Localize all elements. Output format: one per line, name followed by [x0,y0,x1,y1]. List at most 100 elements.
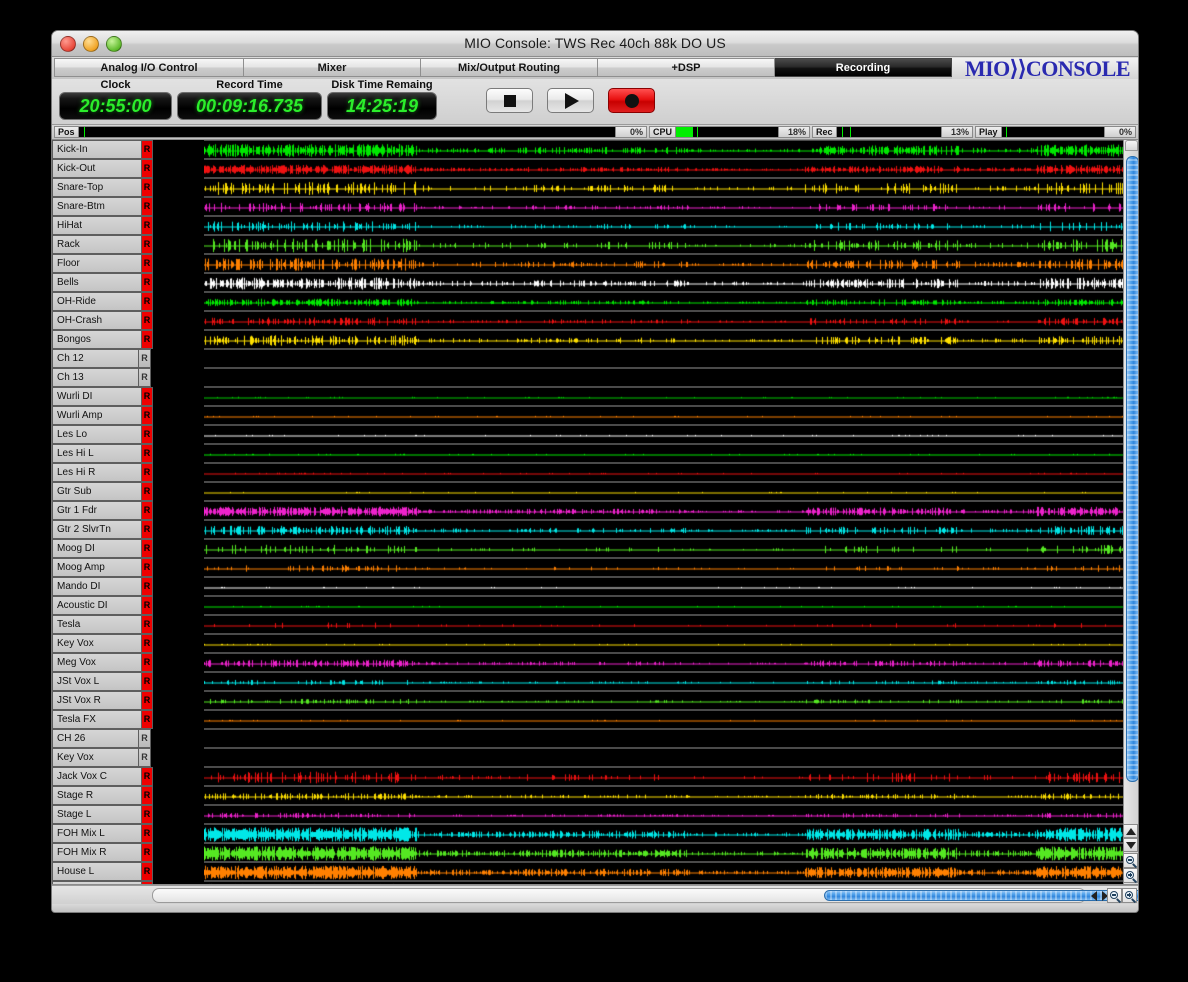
record-arm-button[interactable]: R [141,843,153,862]
track-name-label[interactable]: Jack Vox C [52,767,141,786]
track-name-label[interactable]: Moog DI [52,539,141,558]
track-name-label[interactable]: Les Hi L [52,444,141,463]
waveform-display[interactable] [204,691,1138,710]
waveform-display[interactable] [204,539,1138,558]
record-arm-button[interactable]: R [141,577,153,596]
waveform-display[interactable] [204,254,1138,273]
track-name-label[interactable]: Les Hi R [52,463,141,482]
meter-pos[interactable]: Pos 0% [54,126,648,138]
record-arm-button[interactable]: R [141,596,153,615]
waveform-display[interactable] [204,634,1138,653]
meter-play[interactable]: Play 0% [975,126,1137,138]
record-arm-button[interactable]: R [141,463,153,482]
track-name-label[interactable]: Rack [52,235,141,254]
vertical-scrollbar-thumb[interactable] [1126,156,1138,783]
waveform-display[interactable] [204,482,1138,501]
meter-rec[interactable]: Rec 13% [812,126,974,138]
waveform-display[interactable] [204,292,1138,311]
record-arm-button[interactable]: R [141,634,153,653]
track-name-label[interactable]: Acoustic DI [52,596,141,615]
track-name-label[interactable]: Stage L [52,805,141,824]
track-name-label[interactable]: Key Vox [52,748,138,767]
record-arm-button[interactable]: R [141,292,153,311]
record-arm-button[interactable]: R [141,140,153,159]
track-name-label[interactable]: Gtr 2 SlvrTn [52,520,141,539]
tab-dsp[interactable]: +DSP [598,58,775,77]
waveform-display[interactable] [204,710,1138,729]
tab-mixer[interactable]: Mixer [244,58,421,77]
track-name-label[interactable]: Ch 13 [52,368,138,387]
record-arm-button[interactable]: R [141,178,153,197]
track-name-label[interactable]: Kick-Out [52,159,141,178]
track-name-label[interactable]: JSt Vox L [52,672,141,691]
record-arm-button[interactable]: R [141,330,153,349]
waveform-display[interactable] [204,159,1138,178]
record-arm-button[interactable]: R [141,767,153,786]
track-name-label[interactable]: Gtr Sub [52,482,141,501]
record-arm-button[interactable]: R [141,862,153,881]
record-arm-button[interactable]: R [141,786,153,805]
waveform-display[interactable] [204,843,1138,862]
track-name-label[interactable]: Bongos [52,330,141,349]
waveform-display[interactable] [204,520,1138,539]
vertical-scrollbar[interactable] [1123,140,1138,884]
waveform-display[interactable] [204,406,1138,425]
title-bar[interactable]: MIO Console: TWS Rec 40ch 88k DO US [52,31,1138,57]
waveform-display[interactable] [204,463,1138,482]
tab-recording[interactable]: Recording [775,58,952,77]
waveform-display[interactable] [204,729,1138,748]
record-arm-button[interactable]: R [141,159,153,178]
track-name-label[interactable]: House L [52,862,141,881]
track-name-label[interactable]: JSt Vox R [52,691,141,710]
record-arm-button[interactable]: R [141,501,153,520]
record-arm-button[interactable]: R [141,235,153,254]
waveform-display[interactable] [204,444,1138,463]
record-arm-button[interactable]: R [141,558,153,577]
waveform-display[interactable] [204,672,1138,691]
record-arm-button[interactable]: R [138,349,151,368]
meter-cpu[interactable]: CPU 18% [649,126,811,138]
zoom-out-vertical-button[interactable] [1123,853,1138,868]
track-name-label[interactable]: Mando DI [52,577,141,596]
waveform-display[interactable] [204,824,1138,843]
track-name-label[interactable]: Key Vox [52,634,141,653]
record-arm-button[interactable]: R [141,615,153,634]
waveform-display[interactable] [204,786,1138,805]
record-arm-button[interactable]: R [141,311,153,330]
waveform-display[interactable] [204,235,1138,254]
track-name-label[interactable]: Floor [52,254,141,273]
track-name-label[interactable]: FOH Mix R [52,843,141,862]
track-name-label[interactable]: Wurli DI [52,387,141,406]
record-arm-button[interactable]: R [141,710,153,729]
record-arm-button[interactable]: R [141,254,153,273]
record-arm-button[interactable]: R [141,691,153,710]
track-name-label[interactable]: OH-Ride [52,292,141,311]
tab-analog-i-o-control[interactable]: Analog I/O Control [54,58,244,77]
track-name-label[interactable]: Kick-In [52,140,141,159]
waveform-display[interactable] [204,178,1138,197]
waveform-display[interactable] [204,311,1138,330]
waveform-display[interactable] [204,330,1138,349]
waveform-display[interactable] [204,653,1138,672]
record-arm-button[interactable]: R [141,406,153,425]
record-arm-button[interactable]: R [141,805,153,824]
track-name-label[interactable]: OH-Crash [52,311,141,330]
waveform-display[interactable] [204,748,1138,767]
zoom-out-horizontal-button[interactable] [1107,888,1122,903]
waveform-display[interactable] [204,425,1138,444]
track-name-label[interactable]: Moog Amp [52,558,141,577]
waveform-display[interactable] [204,577,1138,596]
record-arm-button[interactable]: R [141,387,153,406]
scroll-down-button[interactable] [1123,838,1138,852]
record-arm-button[interactable]: R [141,425,153,444]
track-name-label[interactable]: Meg Vox [52,653,141,672]
track-name-label[interactable]: Bells [52,273,141,292]
waveform-display[interactable] [204,140,1138,159]
waveform-display[interactable] [204,558,1138,577]
zoom-in-horizontal-button[interactable] [1122,888,1137,903]
track-name-label[interactable]: Wurli Amp [52,406,141,425]
record-arm-button[interactable]: R [141,653,153,672]
waveform-display[interactable] [204,368,1138,387]
waveform-display[interactable] [204,501,1138,520]
record-arm-button[interactable]: R [141,216,153,235]
